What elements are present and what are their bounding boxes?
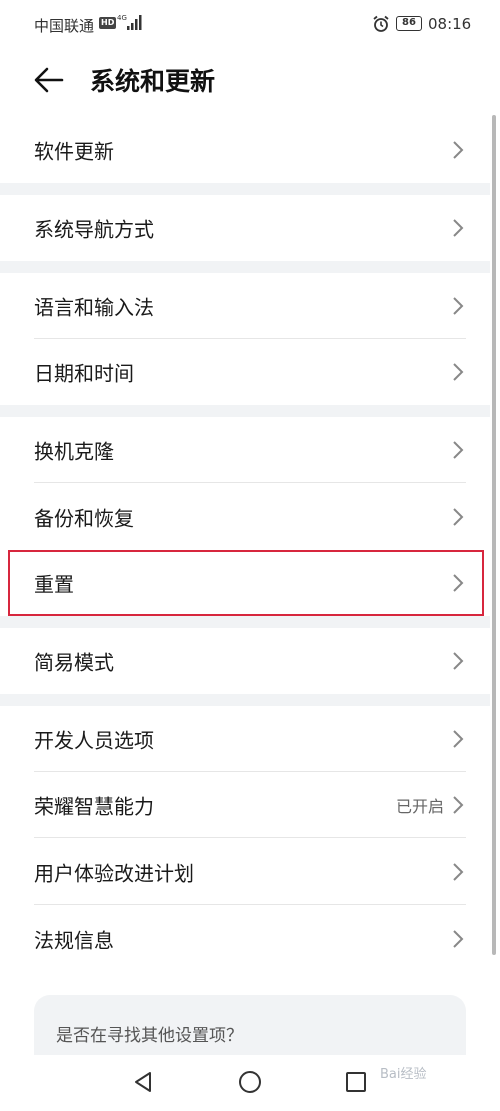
chevron-right-icon (453, 730, 464, 748)
settings-item-date-time[interactable]: 日期和时间 (0, 339, 490, 405)
settings-item-system-navigation[interactable]: 系统导航方式 (0, 195, 490, 261)
chevron-right-icon (453, 930, 464, 948)
chevron-right-icon (453, 141, 464, 159)
group-separator (0, 616, 490, 628)
suggestion-question: 是否在寻找其他设置项？ (56, 1026, 243, 1046)
group-separator (0, 405, 490, 417)
settings-item-label: 简易模式 (34, 650, 114, 675)
page-title: 系统和更新 (90, 67, 216, 96)
chevron-right-icon (453, 652, 464, 670)
chevron-right-icon (453, 363, 464, 381)
settings-item-regulatory-info[interactable]: 法规信息 (0, 906, 490, 972)
watermark: Bai经验 (380, 1067, 427, 1082)
chevron-right-icon (453, 219, 464, 237)
settings-item-label: 用户体验改进计划 (34, 861, 194, 886)
settings-item-label: 荣耀智慧能力 (34, 794, 154, 819)
alarm-icon (373, 15, 389, 32)
settings-item-label: 备份和恢复 (34, 506, 134, 531)
chevron-right-icon (453, 441, 464, 459)
settings-item-label: 语言和输入法 (34, 295, 154, 320)
settings-item-label: 开发人员选项 (34, 728, 154, 753)
chevron-right-icon (453, 297, 464, 315)
chevron-right-icon (453, 796, 464, 814)
settings-item-developer-options[interactable]: 开发人员选项 (0, 706, 490, 772)
arrow-left-icon[interactable] (32, 63, 66, 97)
settings-item-phone-clone[interactable]: 换机克隆 (0, 417, 490, 483)
group-separator (0, 694, 490, 706)
carrier-name: 中国联通 (34, 17, 95, 35)
network-type: 4G (117, 14, 127, 22)
settings-item-backup-restore[interactable]: 备份和恢复 (0, 484, 490, 550)
row-divider (34, 837, 466, 838)
row-divider (34, 482, 466, 483)
group-separator (0, 261, 490, 273)
settings-item-label: 软件更新 (34, 139, 114, 164)
settings-item-language-input[interactable]: 语言和输入法 (0, 273, 490, 339)
settings-item-label: 换机克隆 (34, 439, 114, 464)
row-divider (34, 904, 466, 905)
settings-item-honor-smart[interactable]: 荣耀智慧能力 已开启 (0, 772, 490, 838)
recents-square-icon[interactable] (343, 1069, 369, 1095)
highlight-box (8, 550, 484, 616)
scrollbar[interactable] (492, 115, 496, 955)
hd-badge: HD (99, 17, 117, 29)
settings-item-label: 法规信息 (34, 928, 114, 953)
settings-item-software-update[interactable]: 软件更新 (0, 117, 490, 183)
signal-icon: 4G (117, 14, 142, 30)
status-bar: 中国联通 HD 4G 86 08:16 (0, 0, 500, 48)
battery-indicator: 86 (396, 16, 422, 31)
group-separator (0, 183, 490, 195)
back-triangle-icon[interactable] (130, 1069, 156, 1095)
chevron-right-icon (453, 863, 464, 881)
settings-item-label: 系统导航方式 (34, 217, 154, 242)
settings-item-status: 已开启 (395, 797, 444, 816)
chevron-right-icon (453, 508, 464, 526)
settings-item-user-experience[interactable]: 用户体验改进计划 (0, 839, 490, 905)
settings-item-simple-mode[interactable]: 简易模式 (0, 628, 490, 694)
home-circle-icon[interactable] (237, 1069, 263, 1095)
clock: 08:16 (428, 15, 472, 33)
settings-item-label: 日期和时间 (34, 361, 134, 386)
